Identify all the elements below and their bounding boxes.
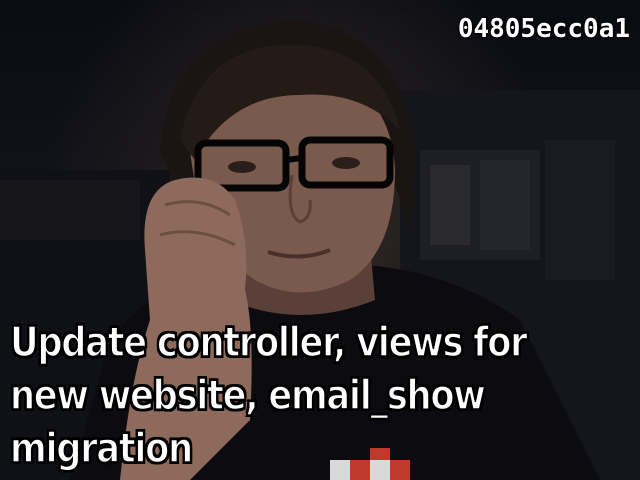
commit-hash: 04805ecc0a1 <box>457 14 630 44</box>
webcam-frame: 04805ecc0a1 Update controller, views for… <box>0 0 640 480</box>
commit-message-caption: Update controller, views for new website… <box>9 317 528 473</box>
